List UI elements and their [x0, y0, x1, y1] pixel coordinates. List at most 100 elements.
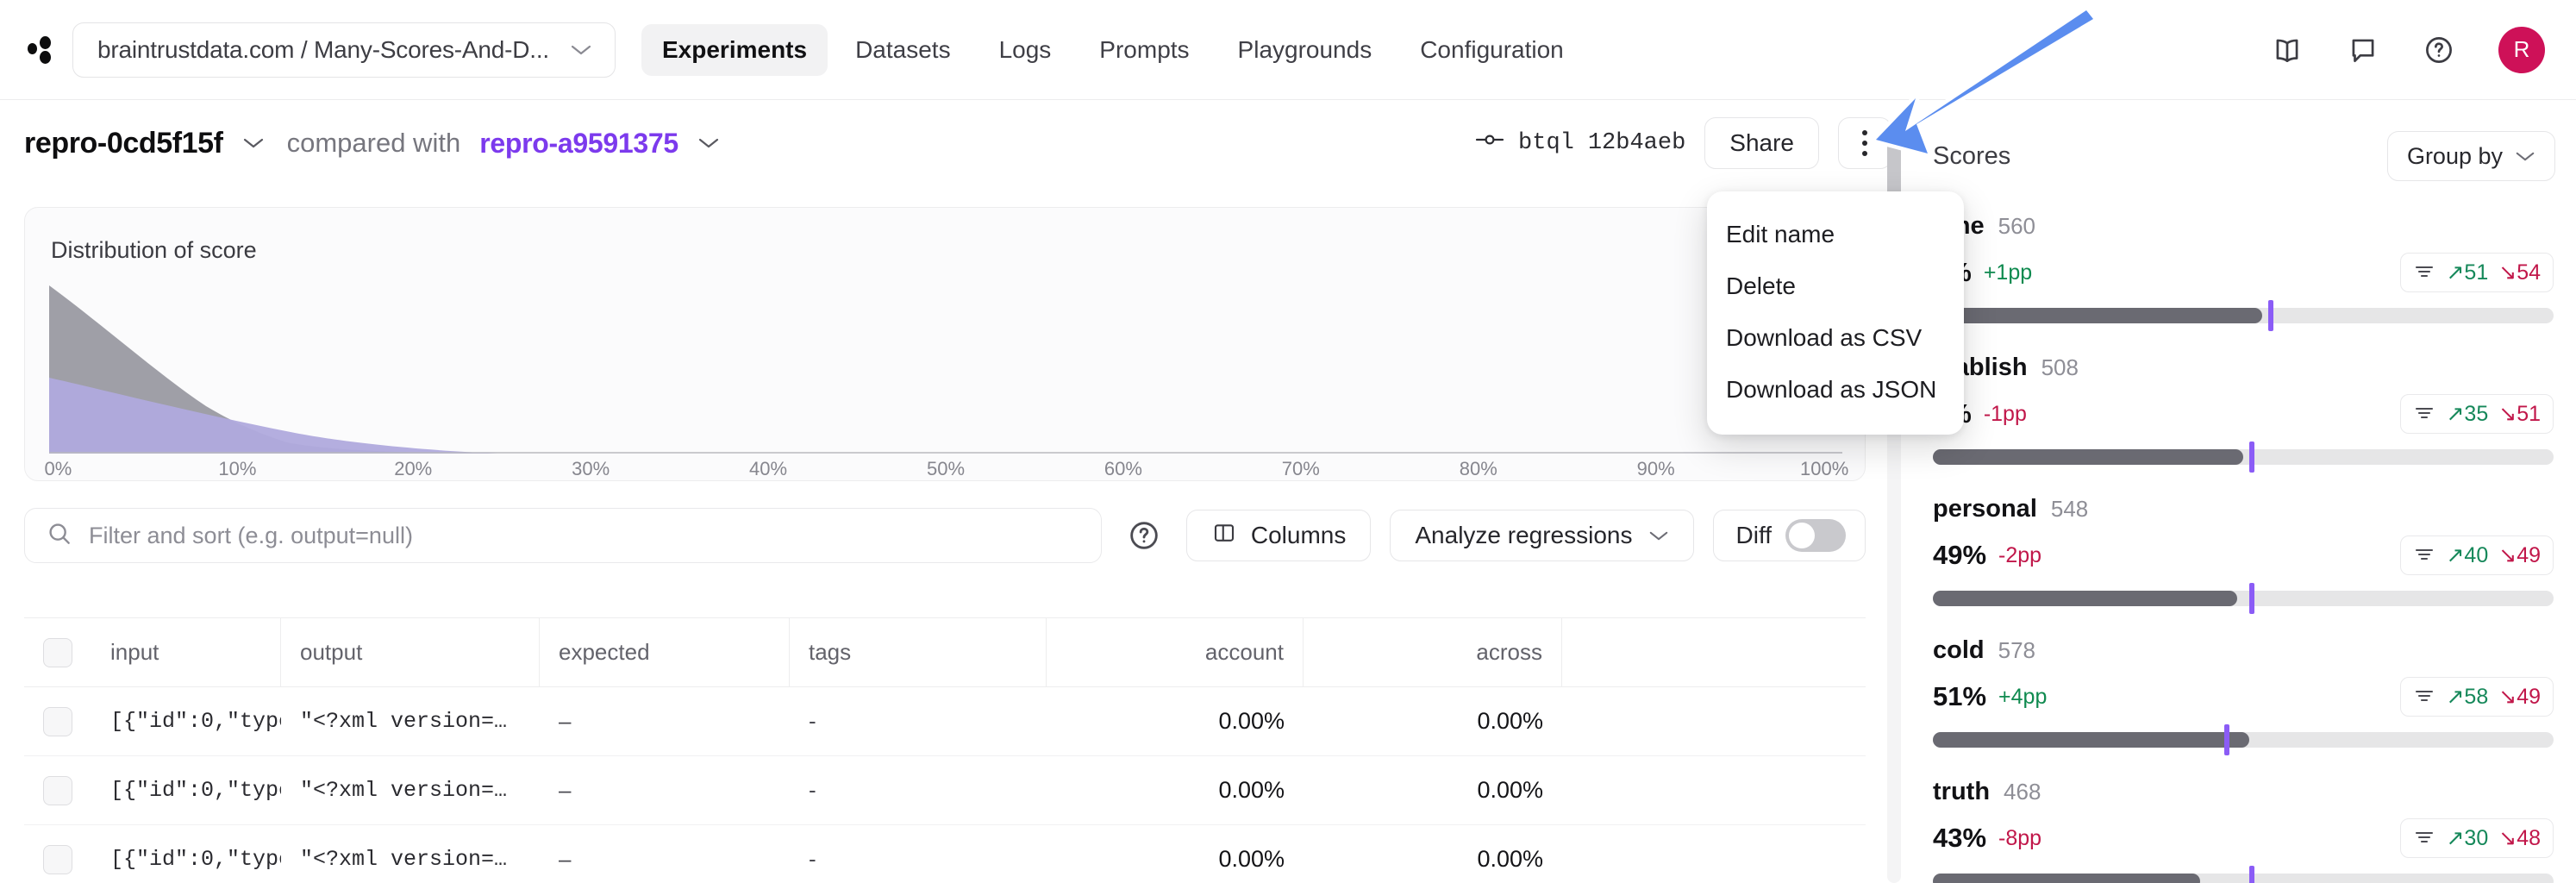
x-tick: 10%: [218, 458, 257, 479]
x-tick: 90%: [1636, 458, 1675, 479]
regressions-count: ↘54: [2498, 260, 2541, 285]
filter-help-icon[interactable]: [1121, 512, 1167, 559]
score-item[interactable]: cold 578 51% +4pp ↗58 ↘49: [1933, 636, 2554, 755]
cell-across: 0.00%: [1477, 846, 1543, 872]
score-percent: 49%: [1933, 540, 1987, 570]
score-item[interactable]: truth 468 43% -8pp ↗30 ↘48: [1933, 778, 2554, 883]
improvements-regressions-pill[interactable]: ↗30 ↘48: [2400, 818, 2554, 858]
score-bar-fill: [1933, 591, 2237, 606]
diff-toggle[interactable]: Diff: [1712, 510, 1866, 561]
column-header-account[interactable]: account: [1047, 618, 1304, 686]
row-checkbox[interactable]: [43, 775, 72, 805]
score-delta: -1pp: [1983, 401, 2027, 426]
cell-expected: –: [559, 846, 572, 872]
score-value-row: 51% +4pp ↗58 ↘49: [1933, 677, 2554, 717]
score-delta: -2pp: [1998, 542, 2042, 567]
menu-item-edit-name[interactable]: Edit name: [1707, 209, 1964, 260]
tab-logs[interactable]: Logs: [979, 24, 1072, 76]
score-bar-comparison-marker: [2267, 300, 2273, 331]
column-header-output[interactable]: output: [281, 618, 540, 686]
experiment-chevron-down-icon[interactable]: [242, 136, 265, 150]
score-percent: 51%: [1933, 681, 1987, 711]
column-header-expected[interactable]: expected: [540, 618, 790, 686]
experiment-options-menu: Edit name Delete Download as CSV Downloa…: [1707, 191, 1964, 435]
btql-indicator[interactable]: btql 12b4aeb: [1475, 130, 1685, 157]
compare-chevron-down-icon[interactable]: [697, 136, 720, 150]
menu-item-download-csv[interactable]: Download as CSV: [1707, 312, 1964, 364]
book-icon[interactable]: [2271, 34, 2304, 66]
score-item[interactable]: ome 560 3% +1pp ↗51 ↘54: [1933, 212, 2554, 331]
commit-icon: [1475, 130, 1504, 157]
cell-spacer: [1562, 756, 1866, 824]
cell-output: "<?xml version=…: [300, 778, 508, 803]
cell-input: [{"id":0,"type"…: [110, 778, 281, 803]
score-name-row: personal 548: [1933, 495, 2554, 523]
tab-experiments[interactable]: Experiments: [641, 23, 828, 76]
table-row[interactable]: [{"id":0,"type"… "<?xml version=… – - 0.…: [24, 825, 1866, 883]
improvements-regressions-pill[interactable]: ↗35 ↘51: [2400, 394, 2554, 434]
help-icon[interactable]: [2423, 34, 2455, 66]
columns-button[interactable]: Columns: [1185, 510, 1372, 561]
x-tick: 40%: [749, 458, 788, 479]
cell-spacer: [1562, 825, 1866, 883]
menu-item-delete[interactable]: Delete: [1707, 260, 1964, 312]
score-item[interactable]: stablish 508 0% -1pp ↗35 ↘51: [1933, 354, 2554, 473]
diff-switch[interactable]: [1785, 519, 1846, 552]
more-options-button[interactable]: [1838, 117, 1891, 169]
tab-configuration[interactable]: Configuration: [1399, 24, 1585, 76]
score-item[interactable]: personal 548 49% -2pp ↗40 ↘49: [1933, 495, 2554, 614]
cell-expected: –: [559, 708, 572, 734]
table-toolbar: Filter and sort (e.g. output=null) Colum…: [24, 507, 1866, 564]
chat-icon[interactable]: [2347, 34, 2379, 66]
improvements-regressions-pill[interactable]: ↗40 ↘49: [2400, 535, 2554, 575]
search-placeholder: Filter and sort (e.g. output=null): [89, 522, 413, 548]
score-delta: -8pp: [1998, 825, 2042, 850]
analyze-regressions-button[interactable]: Analyze regressions: [1390, 510, 1694, 561]
share-button[interactable]: Share: [1704, 117, 1819, 169]
cell-tags: -: [809, 777, 816, 803]
column-header-input[interactable]: input: [91, 618, 281, 686]
improvements-count: ↗51: [2446, 260, 2489, 285]
improvements-count: ↗58: [2446, 685, 2489, 709]
cell-output: "<?xml version=…: [300, 847, 508, 872]
column-header-across[interactable]: across: [1304, 618, 1562, 686]
filter-lines-icon: [2413, 402, 2435, 427]
score-bar-comparison-marker: [2224, 724, 2230, 755]
cell-expected: –: [559, 777, 572, 803]
select-all-checkbox[interactable]: [43, 637, 72, 667]
search-input[interactable]: Filter and sort (e.g. output=null): [24, 508, 1102, 563]
tab-playgrounds[interactable]: Playgrounds: [1217, 24, 1393, 76]
improvements-regressions-pill[interactable]: ↗51 ↘54: [2400, 253, 2554, 292]
improvements-regressions-pill[interactable]: ↗58 ↘49: [2400, 677, 2554, 717]
chevron-down-icon: [570, 43, 592, 57]
group-by-button[interactable]: Group by: [2386, 131, 2555, 181]
chevron-down-icon: [1648, 529, 1669, 542]
project-selector[interactable]: braintrustdata.com / Many-Scores-And-D..…: [72, 22, 616, 78]
row-checkbox-cell: [24, 687, 91, 755]
page-title[interactable]: repro-0cd5f15f: [24, 127, 223, 160]
table-row[interactable]: [{"id":0,"type"… "<?xml version=… – - 0.…: [24, 756, 1866, 825]
select-all-checkbox-cell: [24, 618, 91, 686]
tab-prompts[interactable]: Prompts: [1079, 24, 1210, 76]
scores-title: Scores: [1933, 141, 2011, 170]
diff-label: Diff: [1735, 522, 1773, 548]
score-count: 508: [2041, 354, 2079, 380]
braintrust-logo-icon[interactable]: [24, 33, 59, 67]
column-header-tags[interactable]: tags: [790, 618, 1047, 686]
row-checkbox[interactable]: [43, 844, 72, 874]
kebab-menu-icon: [1862, 130, 1867, 156]
filter-lines-icon: [2413, 543, 2435, 568]
avatar[interactable]: R: [2498, 26, 2545, 73]
row-checkbox[interactable]: [43, 706, 72, 736]
compare-experiment-link[interactable]: repro-a9591375: [479, 128, 678, 160]
score-name: cold: [1933, 636, 1985, 664]
compared-with-label: compared with: [286, 128, 461, 158]
row-checkbox-cell: [24, 756, 91, 824]
menu-item-download-json[interactable]: Download as JSON: [1707, 364, 1964, 416]
table-row[interactable]: [{"id":0,"type"… "<?xml version=… – - 0.…: [24, 687, 1866, 756]
score-bar-comparison-marker: [2249, 442, 2255, 473]
x-tick: 20%: [394, 458, 433, 479]
improvements-count: ↗35: [2446, 402, 2489, 426]
score-bar: [1933, 724, 2554, 755]
tab-datasets[interactable]: Datasets: [835, 24, 972, 76]
